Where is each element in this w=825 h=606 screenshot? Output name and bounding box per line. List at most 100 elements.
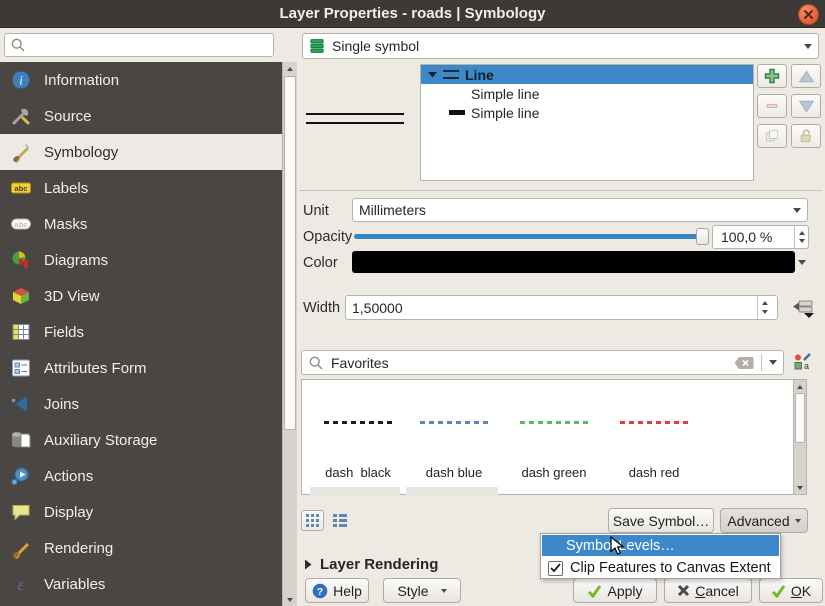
icon-view-button[interactable]: [301, 510, 324, 531]
menu-item-symbol-levels[interactable]: Symbol Levels…: [542, 535, 779, 556]
sidebar-search-input[interactable]: [4, 33, 274, 57]
white-line-icon: [449, 91, 465, 96]
clear-search-icon[interactable]: [734, 356, 754, 370]
ok-button[interactable]: OK: [759, 578, 823, 603]
symbol-list-scrollbar[interactable]: [793, 380, 806, 494]
sidebar-item-display[interactable]: Display: [0, 494, 282, 530]
layer-rendering-group[interactable]: Layer Rendering: [304, 556, 438, 573]
color-dropdown-button[interactable]: [795, 260, 809, 265]
sidebar-item-variables[interactable]: ε Variables: [0, 566, 282, 602]
sidebar-scrollbar[interactable]: [282, 62, 297, 606]
scroll-down-icon[interactable]: [794, 481, 806, 494]
sidebar-scrollbar-thumb[interactable]: [284, 76, 296, 430]
color-widget[interactable]: [352, 251, 809, 273]
sidebar-item-fields[interactable]: Fields: [0, 314, 282, 350]
duplicate-button[interactable]: [757, 124, 787, 148]
symbol-item-dash-black[interactable]: dash black: [310, 380, 406, 486]
lock-button[interactable]: [791, 124, 821, 148]
ok-label: OK: [791, 583, 811, 599]
sidebar-item-symbology[interactable]: Symbology: [0, 134, 282, 170]
list-view-icon: [333, 514, 347, 527]
up-arrow-icon: [798, 69, 815, 84]
cancel-button[interactable]: Cancel: [664, 578, 752, 603]
spin-buttons[interactable]: [757, 296, 771, 319]
save-symbol-button[interactable]: Save Symbol…: [608, 508, 714, 533]
titlebar[interactable]: Layer Properties - roads | Symbology: [0, 0, 825, 28]
symbol-filter-dropdown-icon[interactable]: [769, 360, 777, 365]
unit-label: Unit: [303, 199, 329, 223]
symbol-item-dash-red[interactable]: dash red: [606, 380, 702, 486]
scroll-up-icon[interactable]: [283, 62, 297, 75]
symbol-name: dash black: [310, 465, 406, 480]
sidebar-item-attributes-form[interactable]: Attributes Form: [0, 350, 282, 386]
sidebar-item-diagrams[interactable]: Diagrams: [0, 242, 282, 278]
tree-item-simple-line-2[interactable]: Simple line: [421, 103, 753, 122]
save-symbol-label: Save Symbol…: [613, 513, 709, 529]
opacity-spinbox[interactable]: 100,0 %: [712, 225, 809, 249]
opacity-slider-handle[interactable]: [696, 228, 709, 245]
sidebar-item-source[interactable]: Source: [0, 98, 282, 134]
symbol-search-input[interactable]: Favorites: [301, 350, 784, 375]
symbol-name: dash green: [506, 465, 602, 480]
add-symbol-layer-button[interactable]: [757, 64, 787, 88]
style-button[interactable]: Style: [383, 578, 461, 603]
tree-item-simple-line-1[interactable]: Simple line: [421, 84, 753, 103]
sidebar-item-3d-view[interactable]: 3D View: [0, 278, 282, 314]
search-icon: [10, 37, 26, 53]
window-title: Layer Properties - roads | Symbology: [280, 5, 546, 22]
help-icon: ?: [312, 583, 328, 599]
width-spinbox[interactable]: 1,50000: [345, 295, 778, 320]
scroll-up-icon[interactable]: [794, 380, 806, 393]
list-view-button[interactable]: [328, 510, 351, 531]
spin-buttons[interactable]: [794, 226, 808, 248]
move-up-button[interactable]: [791, 64, 821, 88]
symbol-list-scrollbar-thumb[interactable]: [795, 393, 805, 443]
unit-combobox[interactable]: Millimeters: [352, 198, 808, 222]
help-label: Help: [333, 583, 362, 599]
sidebar-item-masks[interactable]: abc Masks: [0, 206, 282, 242]
opacity-slider[interactable]: [354, 234, 700, 239]
svg-text:abc: abc: [15, 184, 28, 193]
advanced-button[interactable]: Advanced: [720, 508, 808, 533]
expander-arrow-icon: [428, 71, 437, 78]
style-label: Style: [397, 583, 428, 599]
move-down-button[interactable]: [791, 94, 821, 118]
sidebar-item-information[interactable]: i Information: [0, 62, 282, 98]
attributes-form-icon: [9, 357, 33, 379]
sidebar-item-actions[interactable]: Actions: [0, 458, 282, 494]
sidebar-item-label: Diagrams: [44, 252, 108, 269]
sidebar-item-joins[interactable]: Joins: [0, 386, 282, 422]
symbol-item-dash-green[interactable]: dash green: [506, 380, 602, 486]
sidebar-item-auxiliary-storage[interactable]: Auxiliary Storage: [0, 422, 282, 458]
sidebar-item-labels[interactable]: abc Labels: [0, 170, 282, 206]
symbol-preview: [306, 113, 404, 124]
sidebar-item-label: Attributes Form: [44, 360, 147, 377]
style-manager-button[interactable]: a: [790, 351, 814, 374]
tree-item-line[interactable]: Line: [421, 65, 753, 84]
divider: [761, 354, 762, 371]
checkbox-checked-icon[interactable]: [548, 561, 563, 576]
scroll-down-icon[interactable]: [283, 593, 297, 606]
symbol-item-dash-blue[interactable]: dash blue: [406, 380, 502, 486]
remove-symbol-layer-button[interactable]: [757, 94, 787, 118]
sidebar-item-label: Symbology: [44, 144, 118, 161]
tree-item-label: Line: [465, 67, 494, 83]
apply-button[interactable]: Apply: [573, 578, 657, 603]
color-swatch[interactable]: [352, 251, 795, 273]
chevron-down-icon: [441, 589, 447, 593]
sidebar-item-label: Source: [44, 108, 92, 125]
menu-item-clip-features[interactable]: Clip Features to Canvas Extent: [541, 557, 780, 579]
data-defined-override-button[interactable]: [788, 296, 818, 320]
sidebar-item-rendering[interactable]: Rendering: [0, 530, 282, 566]
help-button[interactable]: ? Help: [305, 578, 369, 603]
close-button[interactable]: [798, 4, 819, 25]
sidebar-item-label: Masks: [44, 216, 87, 233]
sidebar-item-label: Auxiliary Storage: [44, 432, 157, 449]
opacity-value: 100,0 %: [721, 229, 794, 245]
dash-preview: [620, 421, 688, 424]
fields-icon: [9, 321, 33, 343]
tree-item-label: Simple line: [471, 105, 539, 121]
renderer-combobox[interactable]: Single symbol: [302, 33, 819, 59]
qgis-layer-properties-window: { "window": {"title": "Layer Properties …: [0, 0, 825, 606]
check-icon: [771, 584, 786, 598]
